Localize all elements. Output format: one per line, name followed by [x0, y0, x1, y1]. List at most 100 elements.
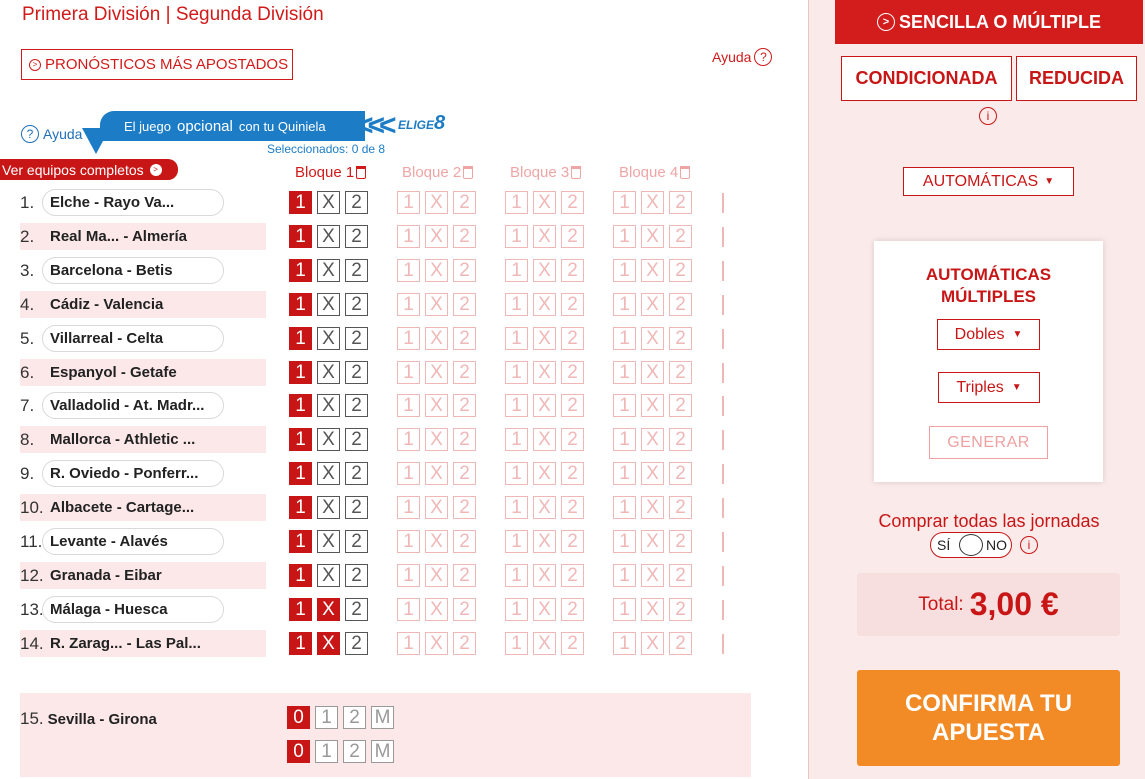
bloque-3-option-2[interactable]: 2: [561, 361, 584, 384]
bloque-4-option-x[interactable]: X: [641, 598, 664, 621]
bloque-3-option-1[interactable]: 1: [505, 598, 528, 621]
match-teams[interactable]: Villarreal - Celta: [42, 325, 224, 352]
bloque-3-option-x[interactable]: X: [533, 191, 556, 214]
bloque-4-option-x[interactable]: X: [641, 225, 664, 248]
match-teams[interactable]: Mallorca - Athletic ...: [42, 426, 224, 453]
bloque-4-option-1[interactable]: 1: [613, 191, 636, 214]
bloque-1-option-2[interactable]: 2: [345, 361, 368, 384]
bloque-3-option-2[interactable]: 2: [561, 394, 584, 417]
bloque-1-option-1[interactable]: 1: [289, 259, 312, 282]
bloque-4-option-1[interactable]: 1: [613, 293, 636, 316]
bloque-3-option-x[interactable]: X: [533, 394, 556, 417]
trash-icon[interactable]: [356, 166, 367, 179]
bloque-3-option-2[interactable]: 2: [561, 564, 584, 587]
bloque-1-option-2[interactable]: 2: [345, 632, 368, 655]
pleno-home-option-0[interactable]: 0: [287, 706, 310, 729]
bloque-4-option-x[interactable]: X: [641, 428, 664, 451]
bloque-4-option-2[interactable]: 2: [669, 632, 692, 655]
bloque-1-option-x[interactable]: X: [317, 632, 340, 655]
bloque-3-option-2[interactable]: 2: [561, 598, 584, 621]
match-teams[interactable]: Real Ma... - Almería: [42, 223, 224, 250]
bloque-2-option-1[interactable]: 1: [397, 327, 420, 350]
bloque-4-option-2[interactable]: 2: [669, 462, 692, 485]
trash-icon[interactable]: [463, 166, 474, 179]
bloque-4-option-x[interactable]: X: [641, 191, 664, 214]
bloque-2-option-1[interactable]: 1: [397, 564, 420, 587]
bloque-4-option-1[interactable]: 1: [613, 598, 636, 621]
bloque-1-option-2[interactable]: 2: [345, 496, 368, 519]
trash-icon[interactable]: [571, 166, 582, 179]
bloque-3-option-2[interactable]: 2: [561, 225, 584, 248]
match-teams[interactable]: Málaga - Huesca: [42, 596, 224, 623]
bloque-3-option-2[interactable]: 2: [561, 293, 584, 316]
bloque-4-option-1[interactable]: 1: [613, 225, 636, 248]
bloque-3-option-2[interactable]: 2: [561, 428, 584, 451]
bloque-1-option-2[interactable]: 2: [345, 530, 368, 553]
bloque-1-option-x[interactable]: X: [317, 428, 340, 451]
bloque-2-option-x[interactable]: X: [425, 564, 448, 587]
bloque-1-option-1[interactable]: 1: [289, 462, 312, 485]
bloque-2-option-x[interactable]: X: [425, 225, 448, 248]
bloque-3-option-1[interactable]: 1: [505, 394, 528, 417]
dobles-select[interactable]: Dobles ▼: [937, 319, 1040, 350]
bloque-1-option-x[interactable]: X: [317, 259, 340, 282]
bloque-2-option-2[interactable]: 2: [453, 191, 476, 214]
triples-select[interactable]: Triples ▼: [938, 372, 1040, 403]
ver-equipos-button[interactable]: Ver equipos completos >: [0, 159, 178, 180]
bloque-3-option-x[interactable]: X: [533, 462, 556, 485]
bloque-3-option-x[interactable]: X: [533, 428, 556, 451]
bloque-4-option-2[interactable]: 2: [669, 530, 692, 553]
bloque-2-option-1[interactable]: 1: [397, 361, 420, 384]
bloque-2-option-x[interactable]: X: [425, 462, 448, 485]
bloque-1-option-1[interactable]: 1: [289, 598, 312, 621]
bloque-4-option-x[interactable]: X: [641, 564, 664, 587]
bloque-2-option-1[interactable]: 1: [397, 632, 420, 655]
bloque-1-option-x[interactable]: X: [317, 361, 340, 384]
bloque-1-option-2[interactable]: 2: [345, 598, 368, 621]
bloque-2-option-2[interactable]: 2: [453, 225, 476, 248]
bloque-2-option-1[interactable]: 1: [397, 598, 420, 621]
tab-primera-division[interactable]: Primera División: [22, 4, 160, 25]
generar-button[interactable]: GENERAR: [929, 426, 1048, 459]
bloque-3-option-1[interactable]: 1: [505, 327, 528, 350]
bloque-1-option-x[interactable]: X: [317, 225, 340, 248]
pleno-away-option-m[interactable]: M: [371, 740, 394, 763]
match-teams[interactable]: Barcelona - Betis: [42, 257, 224, 284]
bloque-2-option-x[interactable]: X: [425, 327, 448, 350]
match-teams[interactable]: R. Oviedo - Ponferr...: [42, 460, 224, 487]
pleno-away-option-2[interactable]: 2: [343, 740, 366, 763]
bloque-2-option-2[interactable]: 2: [453, 564, 476, 587]
bloque-1-option-x[interactable]: X: [317, 598, 340, 621]
bloque-3-option-x[interactable]: X: [533, 496, 556, 519]
bloque-3-option-1[interactable]: 1: [505, 225, 528, 248]
match-teams[interactable]: Albacete - Cartage...: [42, 494, 224, 521]
bloque-2-option-x[interactable]: X: [425, 191, 448, 214]
match-teams[interactable]: Granada - Eibar: [42, 562, 224, 589]
bloque-2-option-x[interactable]: X: [425, 361, 448, 384]
bloque-2-option-1[interactable]: 1: [397, 259, 420, 282]
bloque-1-option-2[interactable]: 2: [345, 293, 368, 316]
bloque-2-option-x[interactable]: X: [425, 496, 448, 519]
bloque-4-option-2[interactable]: 2: [669, 394, 692, 417]
bloque-2-option-2[interactable]: 2: [453, 361, 476, 384]
bloque-4-option-2[interactable]: 2: [669, 259, 692, 282]
match-teams[interactable]: Valladolid - At. Madr...: [42, 392, 224, 419]
bloque-1-option-1[interactable]: 1: [289, 327, 312, 350]
pleno-away-option-0[interactable]: 0: [287, 740, 310, 763]
bloque-3-option-1[interactable]: 1: [505, 293, 528, 316]
bloque-4-option-2[interactable]: 2: [669, 598, 692, 621]
bloque-3-option-1[interactable]: 1: [505, 462, 528, 485]
bloque-1-option-2[interactable]: 2: [345, 462, 368, 485]
bloque-3-option-2[interactable]: 2: [561, 259, 584, 282]
bloque-1-option-1[interactable]: 1: [289, 191, 312, 214]
bloque-3-option-x[interactable]: X: [533, 327, 556, 350]
bloque-2-option-1[interactable]: 1: [397, 462, 420, 485]
bloque-2-option-1[interactable]: 1: [397, 191, 420, 214]
info-circle-icon[interactable]: i: [1020, 536, 1038, 554]
pleno-home-option-m[interactable]: M: [371, 706, 394, 729]
bloque-4-option-1[interactable]: 1: [613, 394, 636, 417]
bloque-1-option-x[interactable]: X: [317, 293, 340, 316]
bloque-1-option-2[interactable]: 2: [345, 327, 368, 350]
comprar-todas-toggle[interactable]: SÍ NO: [930, 532, 1012, 558]
bloque-3-option-x[interactable]: X: [533, 564, 556, 587]
